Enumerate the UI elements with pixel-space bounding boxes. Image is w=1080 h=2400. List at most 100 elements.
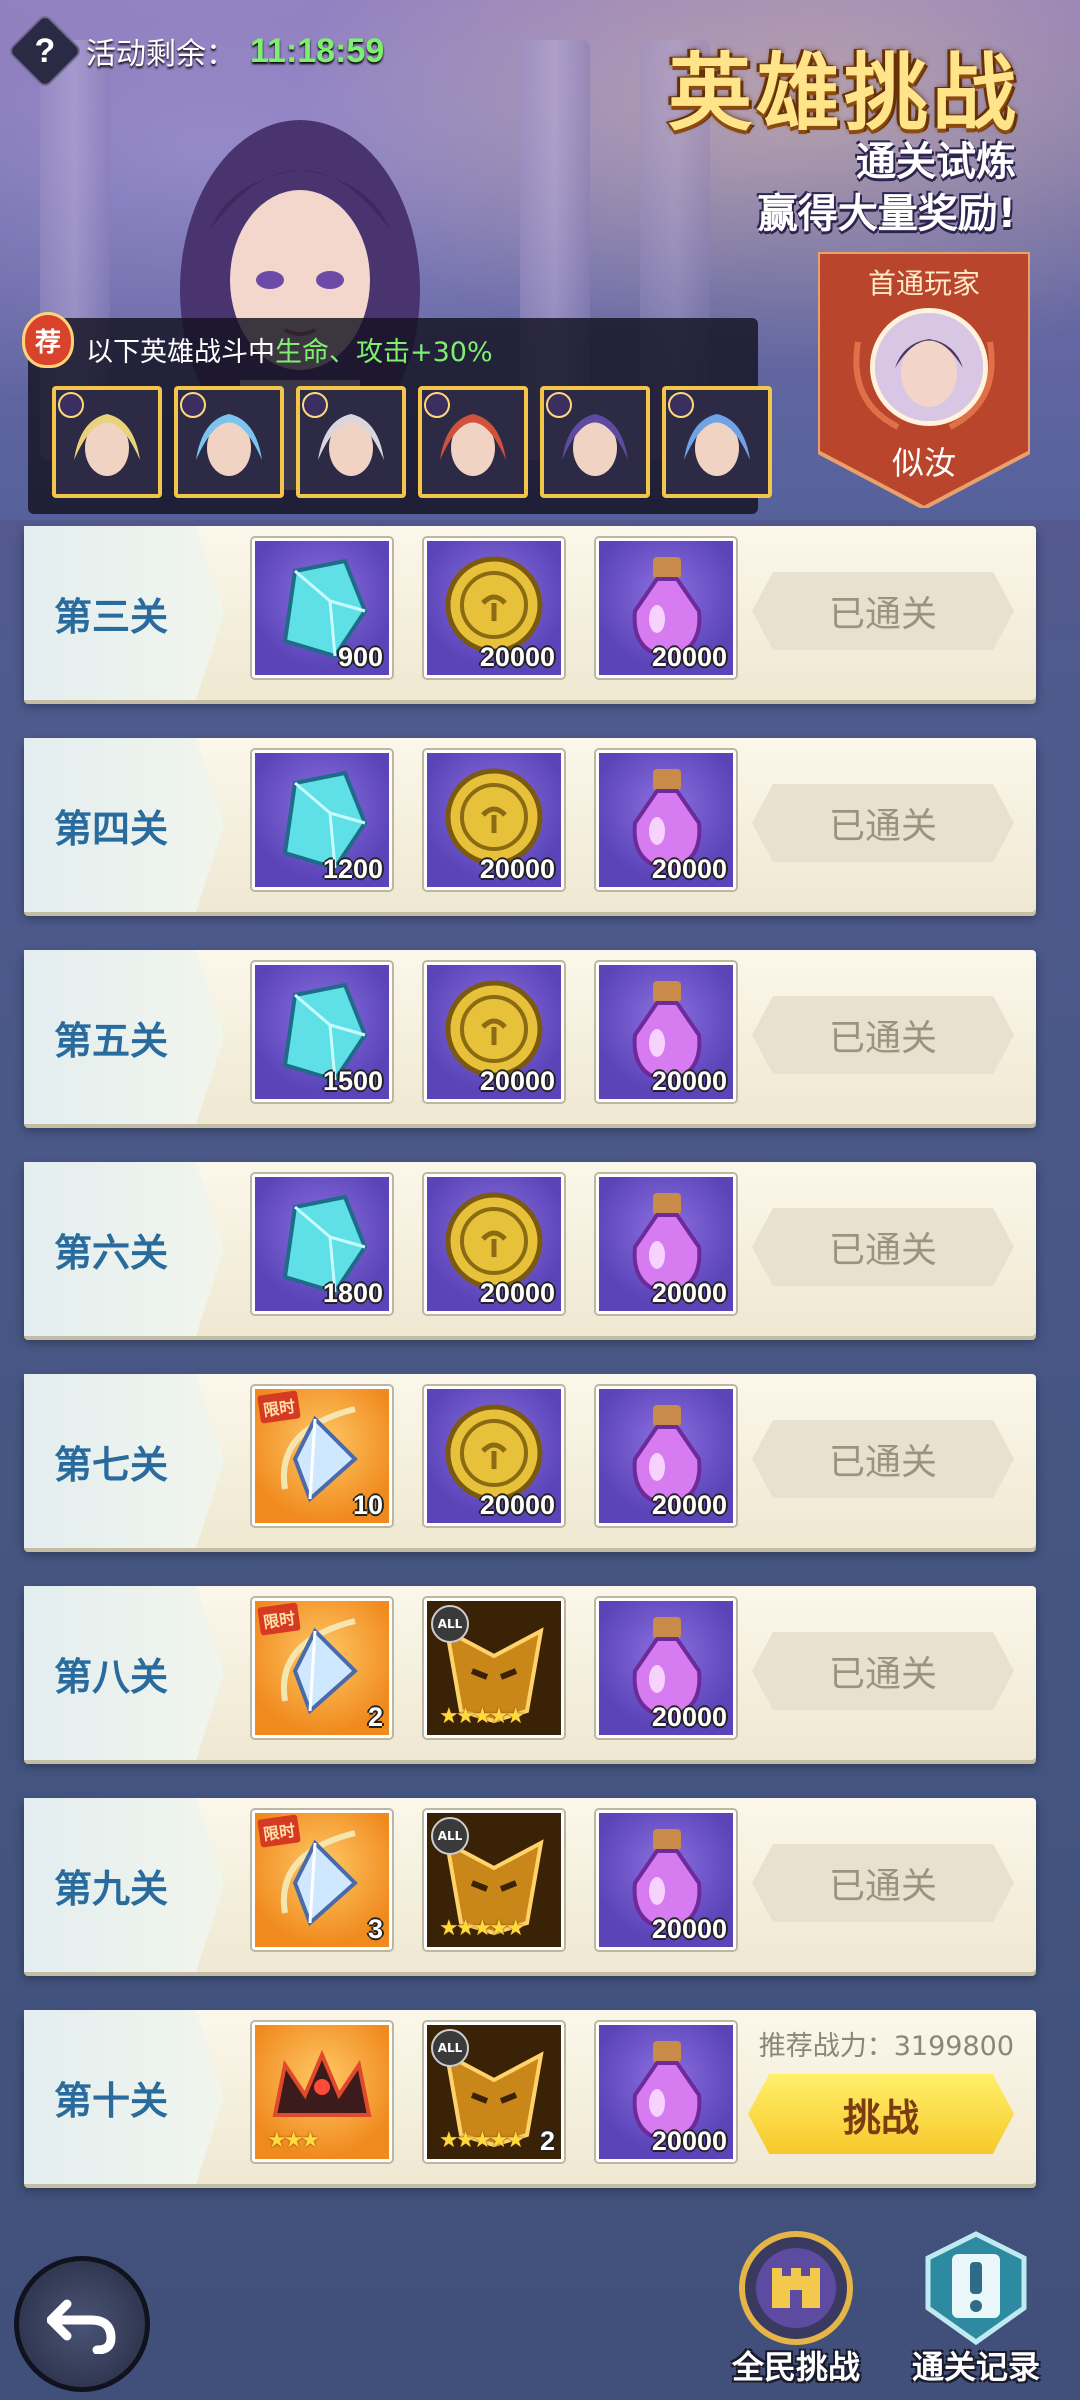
stage-row: 第五关 1500 20000 20000 已通关 xyxy=(24,950,1036,1124)
stage-row: 第四关 1200 20000 20000 已通关 xyxy=(24,738,1036,912)
timer-label: 活动剩余： xyxy=(86,37,236,72)
limited-tag: 限时 xyxy=(257,1390,301,1424)
reward-quantity: 20000 xyxy=(479,854,555,884)
reward-item-mask[interactable]: ALL ★★★★★ 2 xyxy=(424,2022,564,2162)
star-rating: ★★★★★ xyxy=(439,1704,526,1729)
recommended-power: 推荐战力：3199800 xyxy=(758,2031,1014,2062)
all-tag: ALL xyxy=(431,1817,469,1855)
reward-quantity: 1200 xyxy=(322,854,383,884)
reward-item-potion[interactable]: 20000 xyxy=(596,538,736,678)
reward-quantity: 20000 xyxy=(479,1278,555,1308)
reward-list: 1800 20000 20000 xyxy=(252,1174,736,1314)
limited-tag: 限时 xyxy=(257,1814,301,1848)
back-button[interactable] xyxy=(14,2256,150,2392)
stage-row: 第七关 限时 10 20000 20000 已通关 xyxy=(24,1374,1036,1548)
reward-item-mask[interactable]: ALL ★★★★★ xyxy=(424,1598,564,1738)
event-subtitle: 通关试炼 赢得大量奖励! xyxy=(758,136,1016,240)
cleared-button: 已通关 xyxy=(752,784,1014,862)
reward-item-potion[interactable]: 20000 xyxy=(596,750,736,890)
reward-item-crown[interactable]: ★★★ xyxy=(252,2022,392,2162)
bonus-text: 以下英雄战斗中 xyxy=(86,337,275,368)
reward-item-potion[interactable]: 20000 xyxy=(596,1598,736,1738)
avatar xyxy=(870,308,988,426)
subtitle-line: 通关试炼 xyxy=(856,139,1016,185)
reward-quantity: 2 xyxy=(539,2126,555,2156)
bonus-hero-card[interactable] xyxy=(540,386,650,498)
reward-quantity: 900 xyxy=(337,642,383,672)
bonus-hero-card[interactable] xyxy=(296,386,406,498)
reward-item-crystal[interactable]: 1800 xyxy=(252,1174,392,1314)
star-rating: ★★★★★ xyxy=(439,1916,526,1941)
reward-list: 900 20000 20000 xyxy=(252,538,736,678)
first-clear-title: 首通玩家 xyxy=(867,267,980,300)
stage-name: 第四关 xyxy=(54,808,169,851)
reward-item-coin[interactable]: 20000 xyxy=(424,962,564,1102)
first-clear-name: 似汝 xyxy=(891,444,956,482)
bonus-hero-card[interactable] xyxy=(52,386,162,498)
reward-list: 限时 10 20000 20000 xyxy=(252,1386,736,1526)
reward-item-potion[interactable]: 20000 xyxy=(596,1386,736,1526)
reward-item-crystal[interactable]: 1200 xyxy=(252,750,392,890)
reward-item-potion[interactable]: 20000 xyxy=(596,1174,736,1314)
reward-item-crystal[interactable]: 900 xyxy=(252,538,392,678)
reward-item-potion[interactable]: 20000 xyxy=(596,962,736,1102)
reward-item-coin[interactable]: 20000 xyxy=(424,750,564,890)
reward-item-coin[interactable]: 20000 xyxy=(424,1386,564,1526)
reward-quantity: 20000 xyxy=(651,1278,727,1308)
cleared-button: 已通关 xyxy=(752,1208,1014,1286)
reward-list: 1200 20000 20000 xyxy=(252,750,736,890)
bonus-hero-card[interactable] xyxy=(174,386,284,498)
star-rating: ★★★★★ xyxy=(439,2128,526,2153)
reward-list: 1500 20000 20000 xyxy=(252,962,736,1102)
reward-item-shard[interactable]: 限时 2 xyxy=(252,1598,392,1738)
bonus-hero-list xyxy=(52,386,772,498)
first-clear-player-banner[interactable]: 首通玩家 似汝 xyxy=(818,252,1030,508)
timer-value: 11:18:59 xyxy=(250,31,385,70)
reward-quantity: 20000 xyxy=(479,1066,555,1096)
page-title: 英雄挑战 xyxy=(667,46,1020,140)
reward-quantity: 2 xyxy=(367,1702,383,1732)
stage-name: 第八关 xyxy=(54,1656,169,1699)
stage-row: 第六关 1800 20000 20000 已通关 xyxy=(24,1162,1036,1336)
reward-item-potion[interactable]: 20000 xyxy=(596,2022,736,2162)
reward-item-shard[interactable]: 限时 3 xyxy=(252,1810,392,1950)
reward-quantity: 20000 xyxy=(651,1914,727,1944)
all-tag: ALL xyxy=(431,1605,469,1643)
reward-item-mask[interactable]: ALL ★★★★★ xyxy=(424,1810,564,1950)
reward-quantity: 20000 xyxy=(651,1066,727,1096)
reward-item-coin[interactable]: 20000 xyxy=(424,1174,564,1314)
subtitle-line: 赢得大量奖励! xyxy=(757,191,1016,237)
reward-quantity: 1500 xyxy=(322,1066,383,1096)
stage-row: 第十关 ★★★ ALL ★★★★★ 2 20000 推荐战力：3199800 挑战 xyxy=(24,2010,1036,2184)
reward-item-potion[interactable]: 20000 xyxy=(596,1810,736,1950)
stage-name: 第十关 xyxy=(54,2080,169,2123)
stage-name: 第三关 xyxy=(54,596,169,639)
challenge-button[interactable]: 挑战 xyxy=(748,2074,1014,2154)
question-icon: ? xyxy=(34,31,56,70)
stage-name: 第六关 xyxy=(54,1232,169,1275)
reward-item-crystal[interactable]: 1500 xyxy=(252,962,392,1102)
hero-faction-icon xyxy=(180,392,206,418)
reward-item-shard[interactable]: 限时 10 xyxy=(252,1386,392,1526)
challenge-all-label: 全民挑战 xyxy=(731,2348,860,2386)
bonus-hero-card[interactable] xyxy=(662,386,772,498)
reward-item-coin[interactable]: 20000 xyxy=(424,538,564,678)
reward-quantity: 20000 xyxy=(479,642,555,672)
hero-bonus-panel: 荐 以下英雄战斗中生命、攻击+30% xyxy=(22,312,772,514)
cleared-button: 已通关 xyxy=(752,1844,1014,1922)
bonus-highlight: 生命、攻击+30% xyxy=(275,337,493,368)
clear-records-button[interactable]: 通关记录 xyxy=(896,2228,1056,2400)
cleared-button: 已通关 xyxy=(752,572,1014,650)
bonus-hero-card[interactable] xyxy=(418,386,528,498)
reward-quantity: 20000 xyxy=(651,1490,727,1520)
reward-quantity: 10 xyxy=(352,1490,383,1520)
challenge-all-button[interactable]: 全民挑战 xyxy=(716,2228,876,2400)
hero-faction-icon xyxy=(546,392,572,418)
stage-row: 第九关 限时 3 ALL ★★★★★ 20000 已通关 xyxy=(24,1798,1036,1972)
limited-tag: 限时 xyxy=(257,1602,301,1636)
stage-name: 第九关 xyxy=(54,1868,169,1911)
reward-quantity: 20000 xyxy=(651,642,727,672)
help-button[interactable]: ? xyxy=(6,12,84,90)
all-tag: ALL xyxy=(431,2029,469,2067)
recommend-badge: 荐 xyxy=(22,312,74,368)
